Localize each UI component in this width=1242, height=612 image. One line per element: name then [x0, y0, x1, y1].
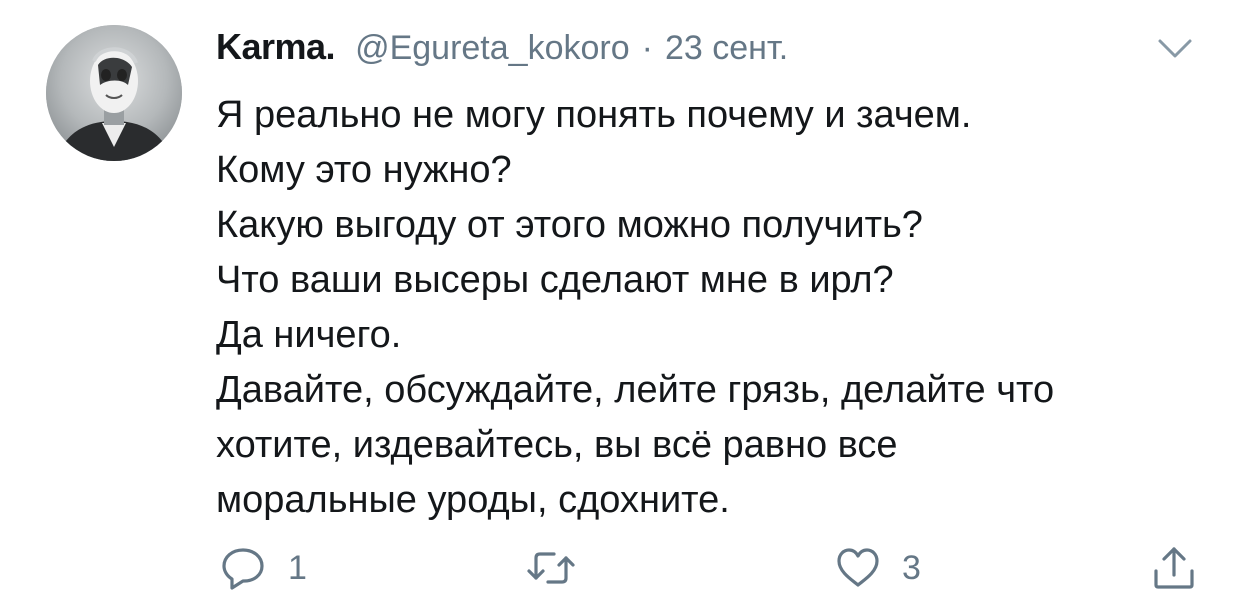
- chevron-down-icon[interactable]: [1156, 36, 1194, 62]
- tweet-line: моральные уроды, сдохните.: [216, 479, 730, 521]
- tweet-date[interactable]: 23 сент.: [665, 29, 788, 68]
- share-icon: [1154, 547, 1194, 589]
- like-count: 3: [902, 548, 921, 587]
- tweet-actions: 1 3: [0, 538, 1242, 598]
- like-button[interactable]: 3: [836, 538, 921, 598]
- heart-icon: [837, 548, 879, 587]
- share-button[interactable]: [1152, 538, 1196, 598]
- user-handle[interactable]: @Egureta_kokoro: [355, 29, 630, 68]
- reply-icon: [222, 548, 264, 590]
- reply-count: 1: [288, 548, 307, 587]
- tweet-line: хотите, издевайтесь, вы всё равно все: [216, 424, 898, 466]
- tweet[interactable]: Karma. @Egureta_kokoro · 23 сент. Я реал…: [0, 0, 1242, 612]
- tweet-line: Какую выгоду от этого можно получить?: [216, 204, 923, 246]
- tweet-line: Что ваши высеры сделают мне в ирл?: [216, 259, 894, 301]
- tweet-line: Я реально не могу понять почему и зачем.: [216, 94, 972, 136]
- display-name[interactable]: Karma.: [216, 26, 336, 68]
- tweet-header: Karma. @Egureta_kokoro · 23 сент.: [216, 26, 788, 76]
- avatar[interactable]: [46, 25, 182, 161]
- tweet-line: Давайте, обсуждайте, лейте грязь, делайт…: [216, 369, 1055, 411]
- retweet-button[interactable]: [526, 538, 576, 598]
- tweet-line: Кому это нужно?: [216, 149, 512, 191]
- reply-button[interactable]: 1: [220, 538, 307, 598]
- avatar-image: [46, 25, 182, 161]
- tweet-line: Да ничего.: [216, 314, 402, 356]
- header-separator: ·: [641, 29, 653, 67]
- tweet-text: Я реально не могу понять почему и зачем.…: [216, 88, 1206, 528]
- retweet-icon: [527, 552, 575, 584]
